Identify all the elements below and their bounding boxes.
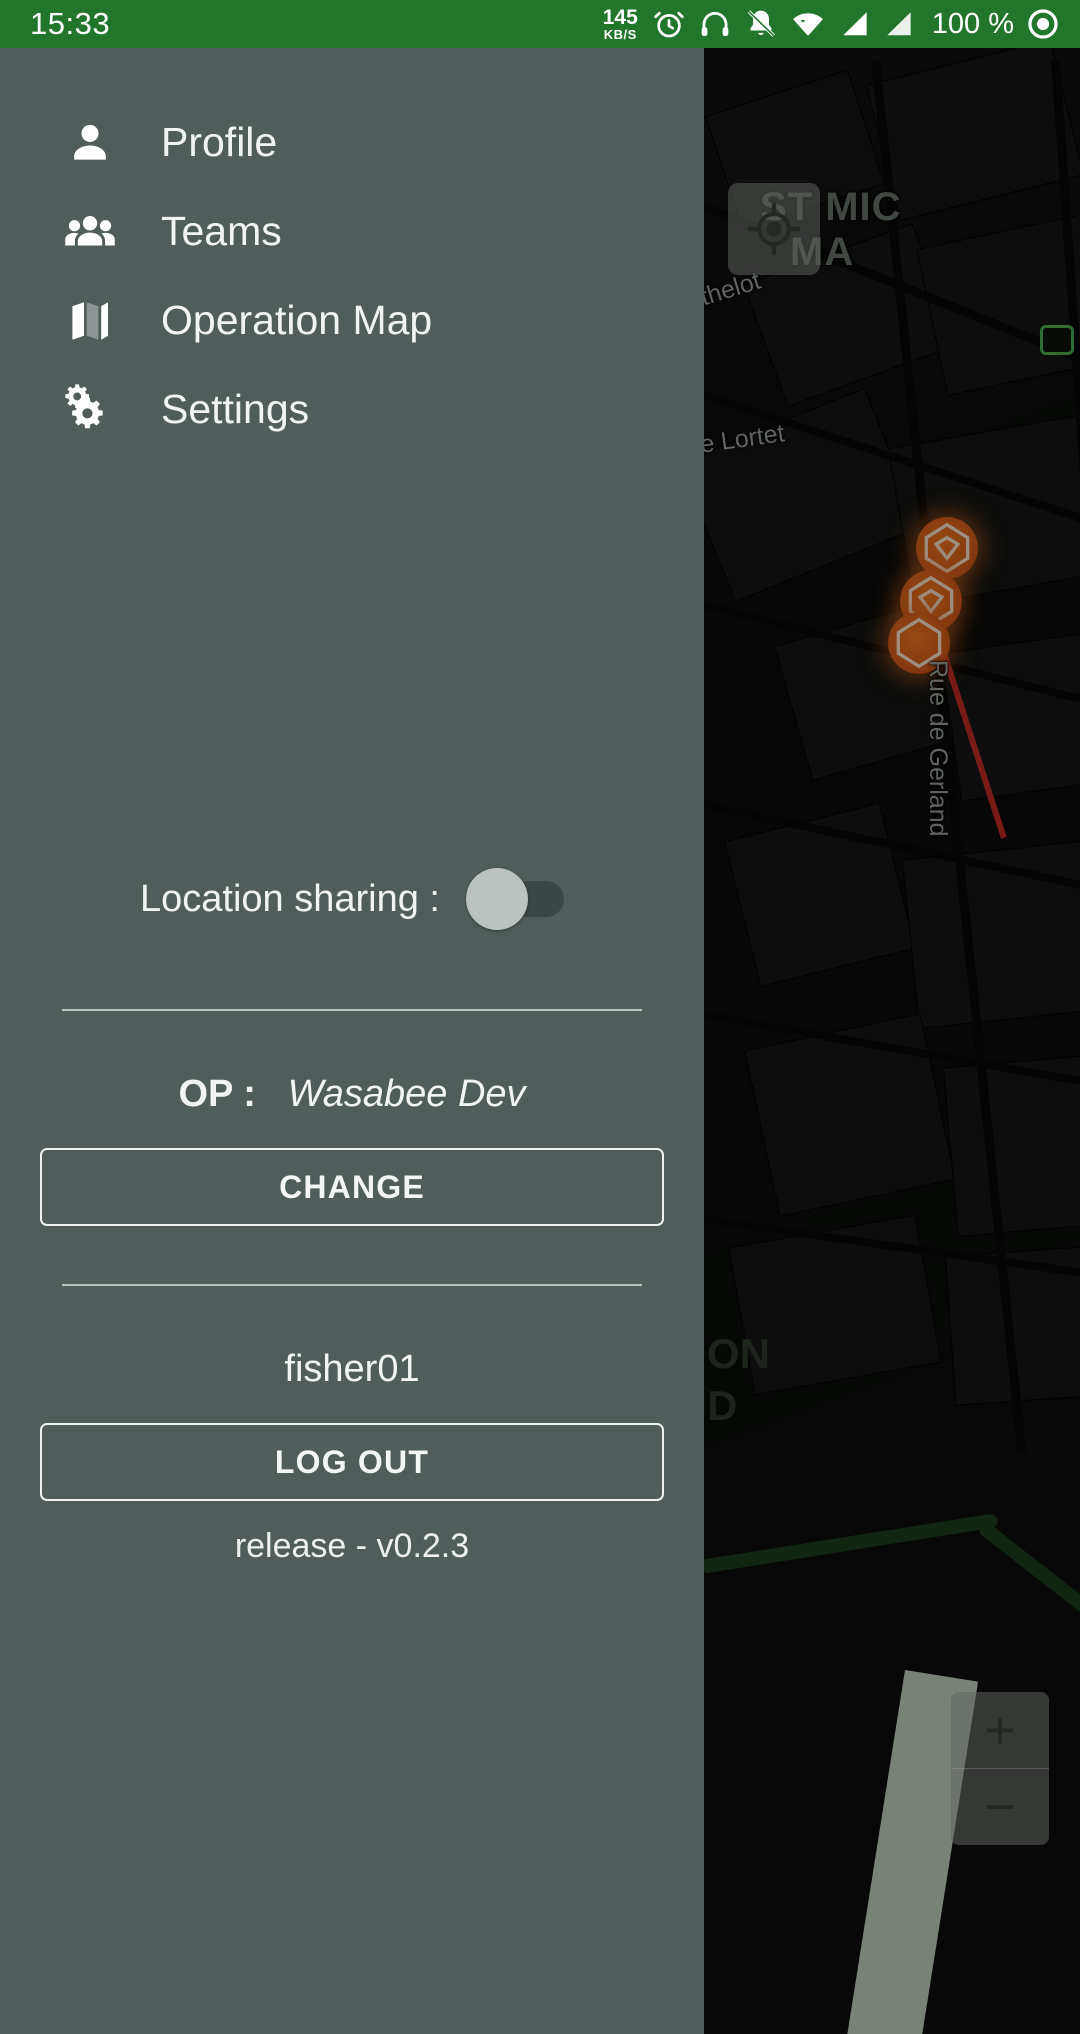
sidebar-item-label: Operation Map (161, 297, 433, 343)
navigation-drawer: Profile Teams Operation Map Settings Loc… (0, 48, 704, 2034)
network-speed-unit: KB/S (603, 27, 637, 42)
divider (62, 1284, 642, 1286)
headphones-icon (698, 7, 732, 41)
op-name: Wasabee Dev (287, 1073, 526, 1115)
alarm-clock-icon (652, 7, 686, 41)
sidebar-item-teams[interactable]: Teams (0, 187, 704, 276)
sidebar-item-label: Settings (161, 386, 310, 432)
wifi-icon (790, 7, 826, 41)
bell-muted-icon (744, 7, 778, 41)
battery-percent-label: 100 % (931, 7, 1014, 40)
person-icon (62, 115, 118, 171)
drawer-scrim[interactable] (704, 48, 1080, 2034)
status-clock: 15:33 (30, 6, 111, 41)
app-version-label: release - v0.2.3 (234, 1527, 470, 1565)
gears-icon (62, 382, 118, 438)
status-bar: 15:33 145 KB/S 100 % (0, 0, 1080, 48)
sidebar-item-settings[interactable]: Settings (0, 365, 704, 454)
sidebar-item-operation-map[interactable]: Operation Map (0, 276, 704, 365)
signal-bars-2-icon (882, 7, 914, 41)
sidebar-item-label: Teams (161, 208, 282, 254)
people-icon (62, 204, 118, 260)
current-op-line: OP : Wasabee Dev (0, 1073, 704, 1116)
op-label: OP : (178, 1073, 256, 1115)
network-speed-value: 145 (602, 6, 638, 29)
drawer-nav-list: Profile Teams Operation Map Settings (0, 48, 704, 454)
location-sharing-row[interactable]: Location sharing : (0, 868, 704, 930)
status-icon-tray: 145 KB/S 100 % (603, 7, 1060, 41)
location-sharing-toggle[interactable] (465, 868, 564, 930)
account-username: fisher01 (284, 1348, 420, 1390)
signal-bars-icon (838, 7, 870, 41)
divider (62, 1009, 642, 1011)
app-screen: ST MIC MA thelot e Lortet Rue de Gerland… (0, 0, 1080, 2034)
network-speed-indicator: 145 KB/S (603, 7, 638, 41)
sidebar-item-profile[interactable]: Profile (0, 98, 704, 187)
battery-circle-icon (1026, 7, 1060, 41)
location-sharing-label: Location sharing : (140, 877, 440, 920)
sidebar-item-label: Profile (161, 119, 278, 165)
toggle-knob[interactable] (465, 868, 528, 930)
change-op-button[interactable]: CHANGE (40, 1148, 664, 1226)
map-icon (62, 293, 118, 349)
log-out-button[interactable]: LOG OUT (40, 1423, 664, 1501)
